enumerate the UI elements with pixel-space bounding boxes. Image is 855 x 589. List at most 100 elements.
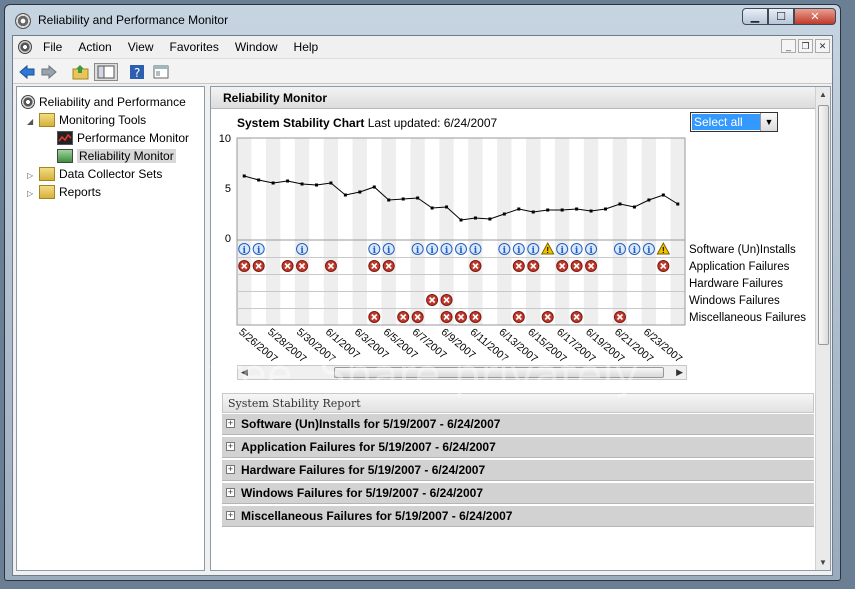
forward-icon[interactable] [39,63,59,81]
stability-chart[interactable]: 10 5 0 Software (Un)Installs Application Fai… [211,87,817,387]
tree-label: Reliability and Performance [39,95,186,109]
tree-label: Performance Monitor [77,131,190,145]
app-icon[interactable] [15,13,31,29]
stability-point [329,181,333,185]
day-column [309,138,324,325]
pane-vertical-scrollbar[interactable]: ▲ ▼ [815,87,830,570]
tree-label: Monitoring Tools [59,113,147,127]
mdi-restore-button[interactable]: ❐ [798,39,813,53]
report-row-label: Miscellaneous Failures for 5/19/2007 - 6… [241,509,513,523]
stability-point [271,181,275,185]
day-column [367,138,382,325]
y-tick-label: 0 [225,233,231,245]
day-column [338,138,353,325]
report-row-hardware[interactable]: + Hardware Failures for 5/19/2007 - 6/24… [222,460,814,481]
stability-point [531,210,535,214]
client-area: File Action View Favorites Window Help _… [12,35,833,576]
day-column [381,138,396,325]
expand-arrow-icon[interactable]: ▷ [27,171,33,180]
svg-text:?: ? [134,66,140,80]
tree-item-reports[interactable]: Reports [39,183,101,201]
report-row-application[interactable]: + Application Failures for 5/19/2007 - 6… [222,437,814,458]
scroll-right-icon[interactable]: ▶ [676,367,683,378]
info-icon-mark: i [618,246,622,256]
info-icon-mark: i [560,246,564,256]
stability-point [257,178,261,182]
monitor-gauge-icon [21,95,35,109]
expand-plus-icon[interactable]: + [226,511,235,520]
app-window: Reliability and Performance Monitor ▁ ☐ … [4,4,841,581]
day-column [352,138,368,325]
stability-point [560,208,564,212]
reliability-monitor-pane: Reliability Monitor System Stability Cha… [210,86,831,571]
scroll-up-icon[interactable]: ▲ [819,90,827,99]
expand-plus-icon[interactable]: + [226,442,235,451]
expand-plus-icon[interactable]: + [226,488,235,497]
day-column [323,138,339,325]
menu-view[interactable]: View [128,40,154,54]
report-row-miscellaneous[interactable]: + Miscellaneous Failures for 5/19/2007 -… [222,506,814,527]
stability-point [676,202,680,206]
tree-item-performance-monitor[interactable]: Performance Monitor [57,129,189,147]
scroll-down-icon[interactable]: ▼ [819,558,827,567]
day-column [497,138,512,325]
report-row-software[interactable]: + Software (Un)Installs for 5/19/2007 - … [222,414,814,435]
report-row-windows[interactable]: + Windows Failures for 5/19/2007 - 6/24/… [222,483,814,504]
info-icon-mark: i [445,246,449,256]
tree-item-reliability-monitor[interactable]: Reliability Monitor [57,147,176,165]
console-icon[interactable] [18,40,32,54]
scroll-left-icon[interactable]: ◀ [241,367,248,378]
day-column [511,138,527,325]
stability-point [661,193,665,197]
info-icon-mark: i [474,246,478,256]
menu-favorites[interactable]: Favorites [170,40,219,54]
report-header-label: System Stability Report [228,397,361,410]
toolbar: ? [13,58,832,84]
menu-help[interactable]: Help [294,40,319,54]
mdi-close-button[interactable]: ✕ [815,39,830,53]
tree-item-data-collector-sets[interactable]: Data Collector Sets [39,165,162,183]
collapse-arrow-icon[interactable]: ◢ [27,117,33,126]
info-icon-mark: i [517,246,521,256]
close-button[interactable]: ✕ [794,8,836,25]
reliability-chart-icon [57,149,73,163]
chart-horizontal-scrollbar[interactable]: ◀ ▶ [237,365,687,380]
report-header: System Stability Report [222,393,814,413]
expand-plus-icon[interactable]: + [226,465,235,474]
stability-point [387,198,391,202]
mdi-minimize-button[interactable]: _ [781,39,796,53]
stability-point [343,193,347,197]
scroll-thumb[interactable] [818,105,829,345]
event-row-label: Windows Failures [689,295,780,307]
up-folder-icon[interactable] [71,63,91,81]
stability-point [647,198,651,202]
show-hide-tree-icon[interactable] [94,63,118,81]
expand-arrow-icon[interactable]: ▷ [27,189,33,198]
minimize-button[interactable]: ▁ [742,8,768,25]
day-column [656,138,671,325]
tree-item-monitoring-tools[interactable]: Monitoring Tools [39,111,146,129]
menu-file[interactable]: File [43,40,62,54]
stability-point [459,218,463,222]
day-column [237,138,252,325]
properties-icon[interactable] [151,63,171,81]
stability-point [575,207,579,211]
info-icon-mark: i [257,246,261,256]
title-bar[interactable]: Reliability and Performance Monitor ▁ ☐ … [5,5,840,35]
report-row-label: Application Failures for 5/19/2007 - 6/2… [241,440,496,454]
scroll-thumb[interactable] [334,367,664,378]
menu-action[interactable]: Action [78,40,111,54]
folder-icon [39,113,55,127]
tree-item-root[interactable]: Reliability and Performance [21,93,186,111]
stability-point [517,207,521,211]
expand-plus-icon[interactable]: + [226,419,235,428]
event-row-label: Application Failures [689,261,790,273]
stability-point [372,185,376,189]
day-column [569,138,584,325]
maximize-button[interactable]: ☐ [768,8,794,25]
help-icon[interactable]: ? [127,63,147,81]
menu-window[interactable]: Window [235,40,278,54]
stability-point [604,207,608,211]
info-icon-mark: i [373,246,377,256]
back-icon[interactable] [17,63,37,81]
